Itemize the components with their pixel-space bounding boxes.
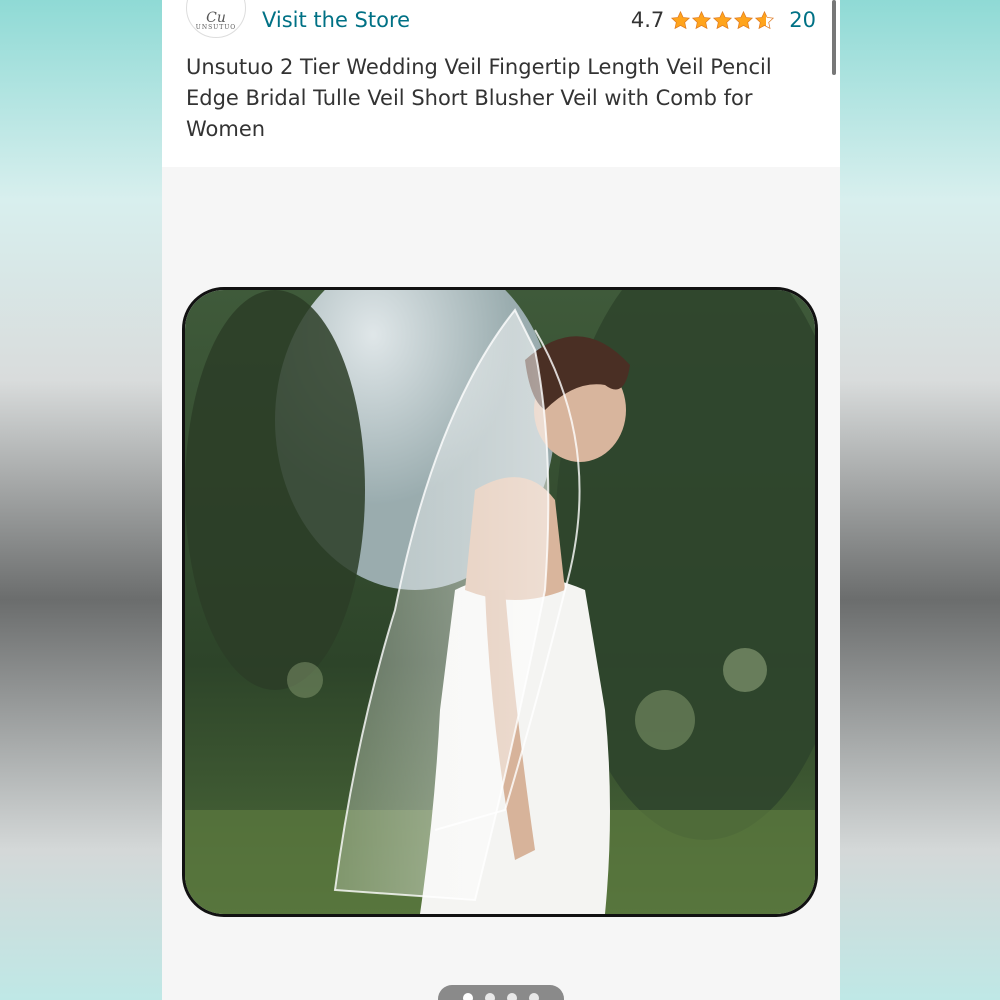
product-page: Cu UNSUTUO Visit the Store 4.7 20 Unsutu… [162, 0, 840, 1000]
bride-veil-photo-icon [185, 290, 815, 914]
visit-store-link[interactable]: Visit the Store [262, 8, 410, 32]
review-count-link[interactable]: 20 [789, 8, 816, 32]
brand-logo-mark: Cu [206, 10, 226, 26]
star-icon [713, 10, 733, 29]
carousel-dots[interactable] [438, 985, 564, 1000]
star-half-icon [755, 10, 775, 29]
product-image[interactable] [182, 287, 818, 917]
left-background [0, 0, 162, 1000]
store-row: Cu UNSUTUO Visit the Store 4.7 20 [162, 0, 840, 48]
carousel-dot[interactable] [463, 993, 473, 1000]
carousel-dot[interactable] [529, 993, 539, 1000]
rating-value: 4.7 [630, 8, 665, 32]
brand-logo[interactable]: Cu UNSUTUO [186, 0, 246, 38]
star-icon [671, 10, 691, 29]
brand-logo-word: UNSUTUO [195, 24, 237, 31]
carousel-dot[interactable] [507, 993, 517, 1000]
star-icon [734, 10, 754, 29]
right-background [840, 0, 1000, 1000]
image-gallery[interactable] [162, 167, 840, 1000]
scrollbar[interactable] [832, 0, 836, 75]
product-title: Unsutuo 2 Tier Wedding Veil Fingertip Le… [186, 55, 772, 141]
star-icon [692, 10, 712, 29]
carousel-dot[interactable] [485, 993, 495, 1000]
star-rating [670, 10, 775, 31]
rating-summary[interactable]: 4.7 20 [631, 8, 816, 32]
